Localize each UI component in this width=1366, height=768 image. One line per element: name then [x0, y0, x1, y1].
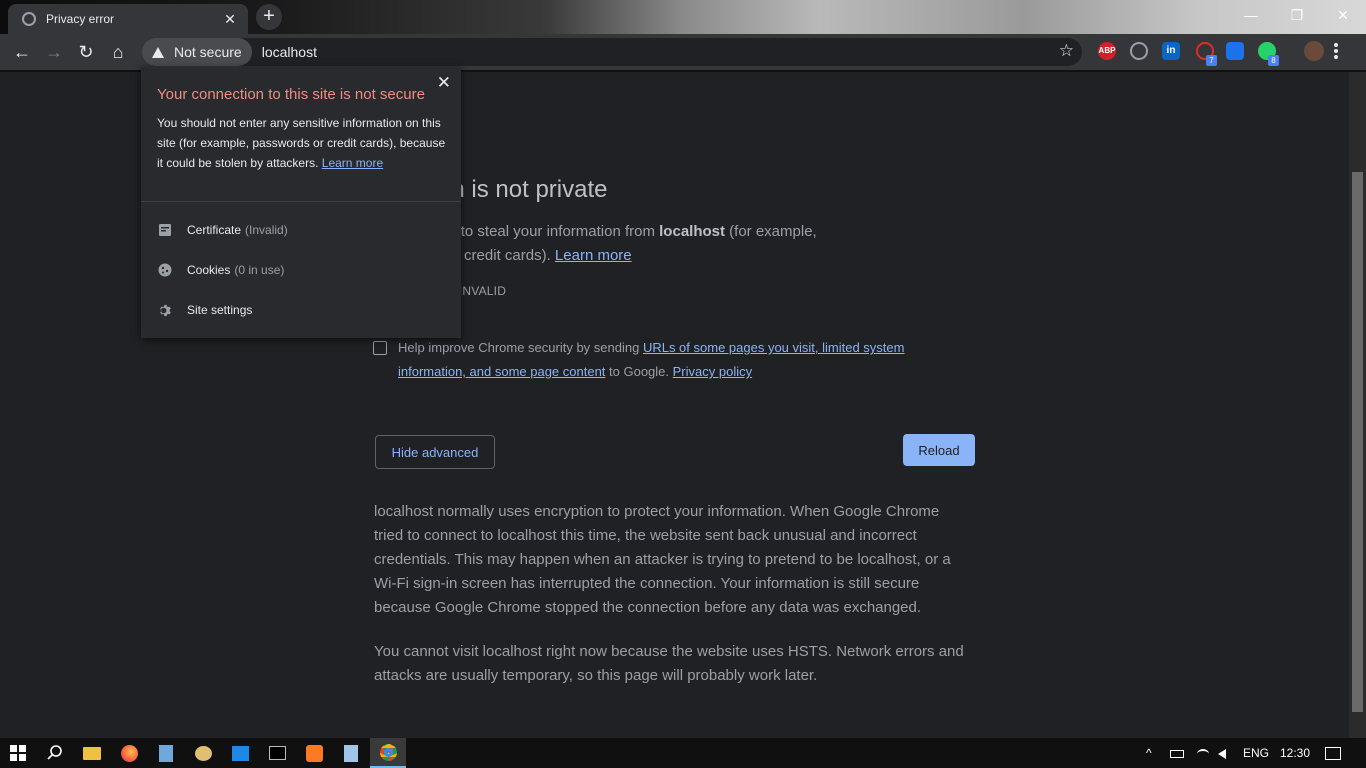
site-info-popup: ✕ Your connection to this site is not se… — [141, 67, 461, 338]
tab-close-icon[interactable]: ✕ — [222, 11, 238, 28]
language-indicator[interactable]: ENG — [1243, 738, 1269, 768]
cookies-status: (0 in use) — [234, 263, 285, 277]
learn-more-link[interactable]: Learn more — [555, 247, 632, 264]
taskbar: ^ ENG 12:30 — [0, 738, 1366, 768]
avatar[interactable] — [1304, 41, 1324, 61]
reload-button[interactable]: ↻ — [70, 36, 102, 68]
checkbox-label: Help improve Chrome security by sending … — [398, 336, 938, 384]
omnibox[interactable]: Not secure localhost ☆ — [142, 38, 1082, 66]
popup-close-icon[interactable]: ✕ — [437, 73, 451, 93]
warning-icon — [152, 46, 164, 58]
gear-icon — [157, 302, 173, 318]
scrollbar-thumb[interactable] — [1352, 172, 1363, 712]
popup-body: You should not enter any sensitive infor… — [157, 116, 446, 170]
hsts-paragraph: You cannot visit localhost right now bec… — [374, 643, 964, 684]
tab-title: Privacy error — [46, 12, 115, 26]
cookies-label: Cookies — [187, 263, 231, 277]
wifi-icon[interactable] — [1197, 738, 1209, 768]
minimize-button[interactable]: — — [1228, 0, 1274, 30]
command-prompt-icon[interactable] — [259, 738, 295, 768]
xampp-icon[interactable] — [296, 738, 332, 768]
volume-icon[interactable] — [1218, 738, 1226, 768]
paint-icon[interactable] — [185, 738, 221, 768]
security-label: Not secure — [174, 44, 242, 60]
new-tab-button[interactable]: + — [256, 4, 282, 30]
tab-privacy-error[interactable]: Privacy error ✕ — [8, 4, 248, 34]
certificate-row[interactable]: Certificate (Invalid) — [157, 222, 288, 238]
reload-page-button[interactable]: Reload — [903, 434, 975, 466]
home-button[interactable]: ⌂ — [102, 36, 134, 68]
certificate-icon — [157, 222, 173, 238]
certificate-status: (Invalid) — [245, 223, 288, 237]
restore-button[interactable]: ❐ — [1274, 0, 1320, 30]
photos-icon[interactable] — [222, 738, 258, 768]
adblock-extension-icon[interactable]: ABP — [1098, 42, 1116, 60]
cookies-row[interactable]: Cookies (0 in use) — [157, 262, 284, 278]
cloud-extension-icon[interactable] — [1226, 42, 1244, 60]
popup-title: Your connection to this site is not secu… — [157, 86, 425, 103]
notifications-icon[interactable] — [1325, 738, 1341, 768]
privacy-policy-link[interactable]: Privacy policy — [673, 364, 752, 379]
forward-button[interactable]: → — [38, 36, 70, 68]
url-text[interactable]: localhost — [262, 44, 317, 60]
hide-advanced-button[interactable]: Hide advanced — [375, 435, 495, 469]
intro-text-part: (for example, — [725, 223, 817, 240]
notes-icon[interactable] — [333, 738, 369, 768]
site-settings-row[interactable]: Site settings — [157, 302, 252, 318]
certificate-label: Certificate — [187, 223, 242, 237]
tray-overflow-icon[interactable]: ^ — [1146, 738, 1152, 768]
menu-icon[interactable] — [1334, 43, 1338, 59]
cookie-icon — [157, 262, 173, 278]
popup-divider — [141, 201, 461, 202]
notepad-icon[interactable] — [148, 738, 184, 768]
back-button[interactable]: ← — [6, 36, 38, 68]
linkedin-extension-icon[interactable]: in — [1162, 42, 1180, 60]
checkbox-text: Help improve Chrome security by sending — [398, 340, 643, 355]
clock[interactable]: 12:30 — [1280, 738, 1310, 768]
chrome-taskbar-icon[interactable] — [370, 738, 406, 768]
improve-security-checkbox[interactable] — [373, 341, 387, 355]
search-icon[interactable] — [37, 738, 73, 768]
checkbox-text: to Google. — [605, 364, 673, 379]
bookmark-star-icon[interactable]: ☆ — [1059, 41, 1074, 61]
scrollbar[interactable] — [1349, 72, 1366, 738]
host-name: localhost — [659, 223, 725, 240]
start-button[interactable] — [0, 738, 36, 768]
notification-badge: 8 — [1268, 55, 1279, 66]
notification-badge: 7 — [1206, 55, 1217, 66]
globe-icon — [22, 12, 36, 26]
globe-extension-icon[interactable] — [1130, 42, 1148, 60]
popup-text: You should not enter any sensitive infor… — [157, 113, 453, 173]
close-window-button[interactable]: ✕ — [1320, 0, 1366, 30]
details-paragraph: localhost normally uses encryption to pr… — [374, 503, 951, 616]
file-explorer-icon[interactable] — [74, 738, 110, 768]
battery-icon[interactable] — [1170, 738, 1184, 768]
site-settings-label: Site settings — [187, 303, 253, 317]
security-chip[interactable]: Not secure — [142, 38, 252, 66]
popup-learn-more-link[interactable]: Learn more — [322, 156, 383, 170]
title-bar: Privacy error ✕ + — ❐ ✕ — [0, 0, 1366, 34]
firefox-icon[interactable] — [111, 738, 147, 768]
